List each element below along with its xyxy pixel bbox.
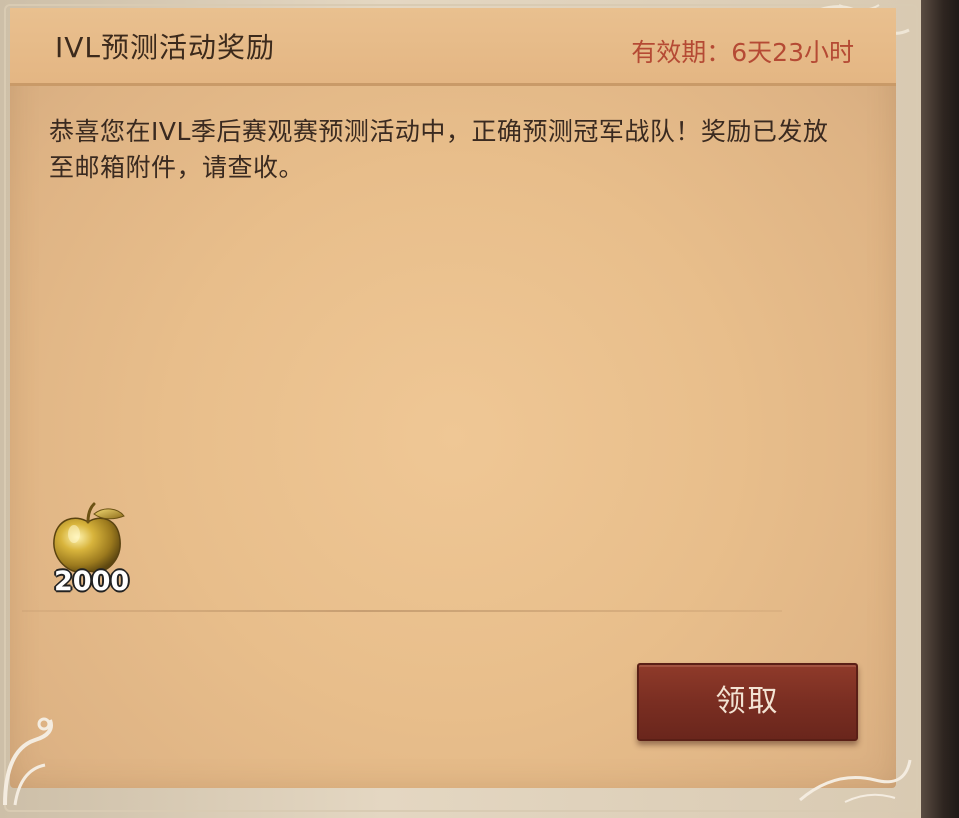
corner-ornament-icon bbox=[3, 717, 53, 806]
right-edge-shadow bbox=[921, 0, 959, 818]
claim-button[interactable]: 领取 bbox=[637, 663, 858, 741]
reward-count: 2000 bbox=[54, 566, 130, 597]
corner-ornament-icon bbox=[799, 759, 912, 803]
content-divider bbox=[22, 610, 782, 612]
claim-button-label: 领取 bbox=[715, 684, 780, 719]
reward-item[interactable]: 2000 bbox=[48, 500, 130, 600]
mail-title: IVL预测活动奖励 bbox=[55, 31, 276, 64]
validity-text: 有效期：6天23小时 bbox=[631, 38, 854, 67]
mail-message: 恭喜您在IVL季后赛观赛预测活动中，正确预测冠军战队！奖励已发放至邮箱附件，请查… bbox=[49, 117, 829, 182]
